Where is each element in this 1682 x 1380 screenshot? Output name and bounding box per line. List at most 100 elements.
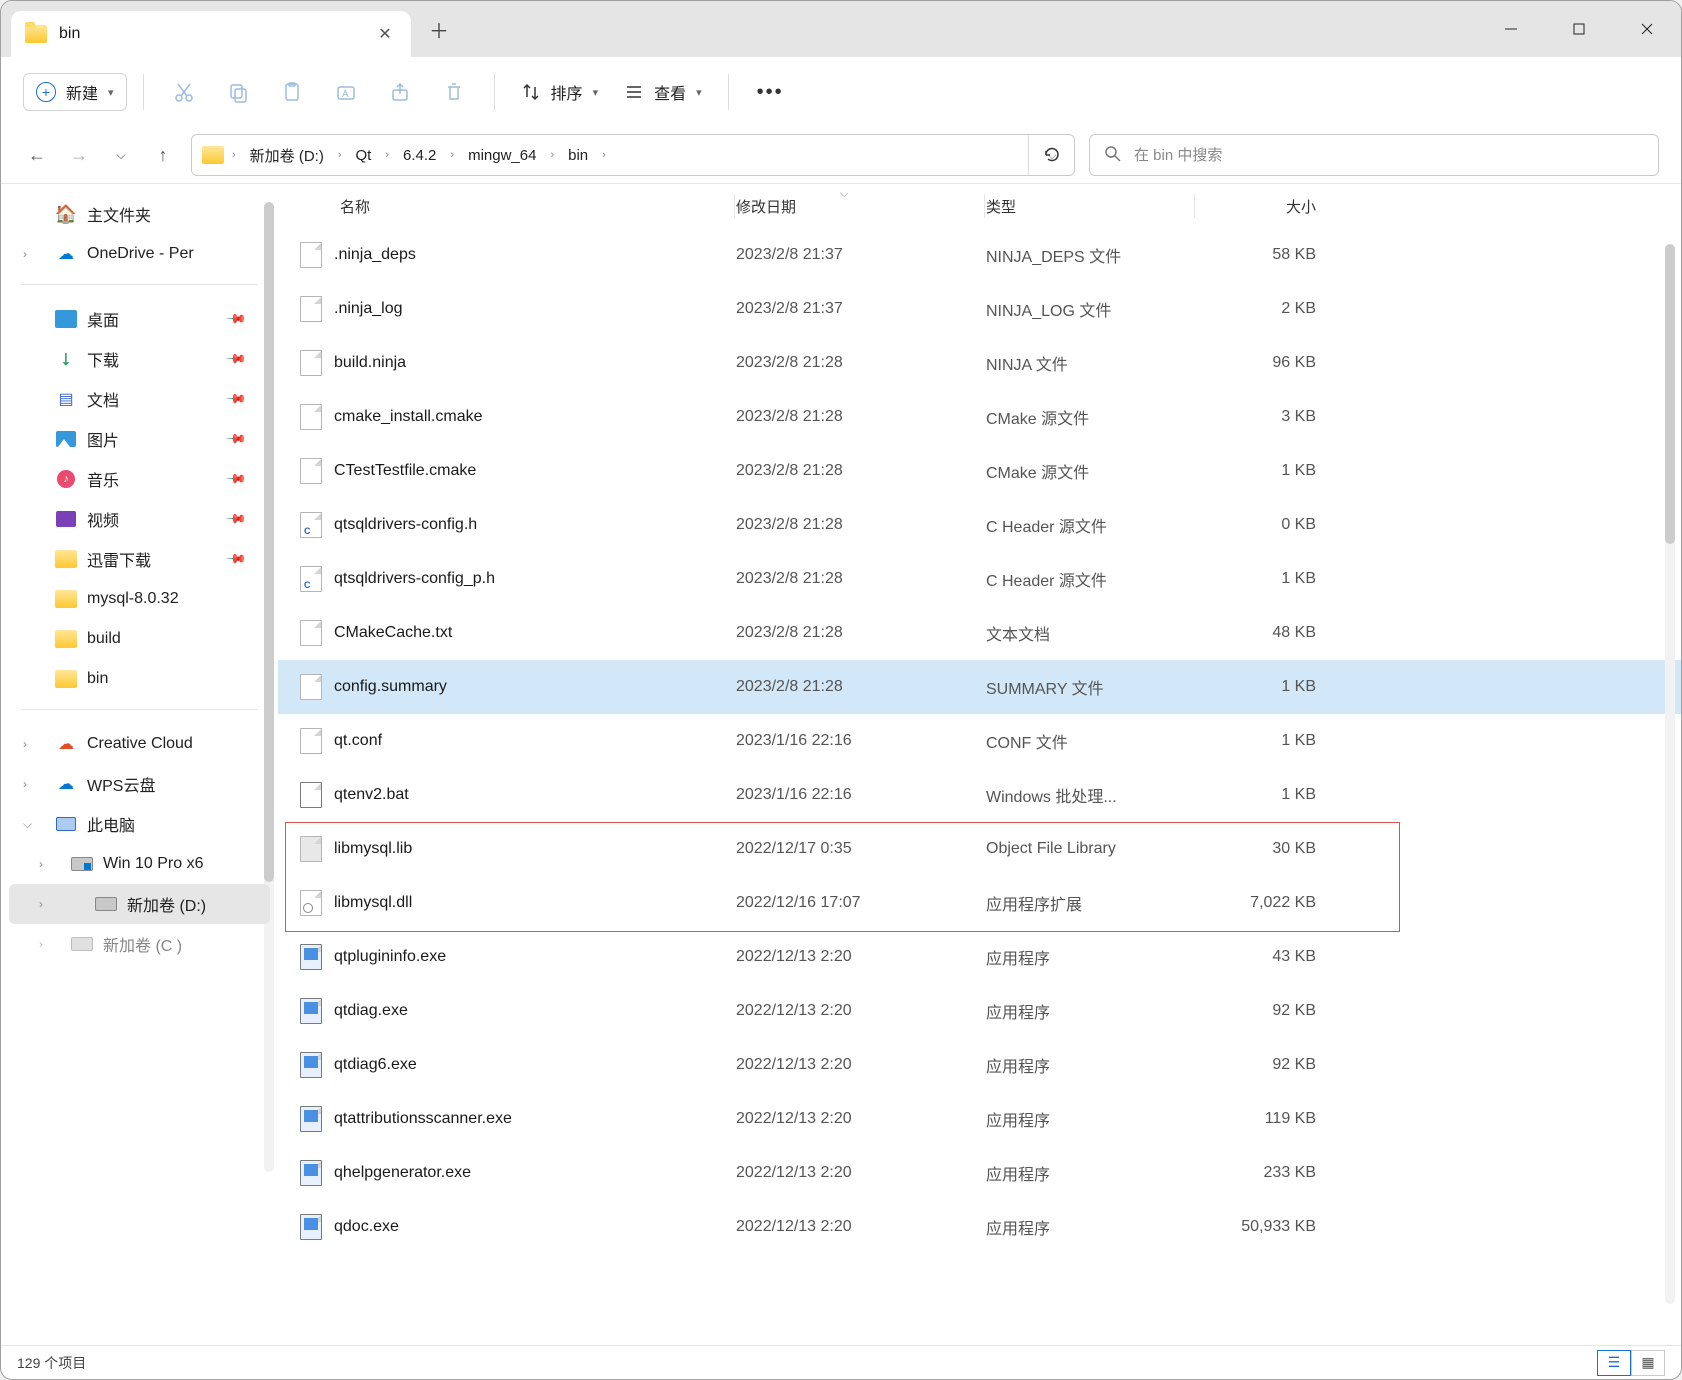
search-container[interactable] (1089, 134, 1659, 176)
file-row[interactable]: build.ninja2023/2/8 21:28NINJA 文件96 KB (278, 336, 1681, 390)
sidebar-item-build[interactable]: build (1, 619, 278, 659)
breadcrumb[interactable]: › 新加卷 (D:) › Qt › 6.4.2 › mingw_64 › bin… (191, 134, 1075, 176)
paste-button[interactable] (268, 71, 316, 113)
copy-button[interactable] (214, 71, 262, 113)
close-tab-icon[interactable]: ✕ (373, 24, 397, 44)
up-button[interactable]: ↑ (149, 141, 177, 169)
file-row[interactable]: libmysql.dll2022/12/16 17:07应用程序扩展7,022 … (278, 876, 1681, 930)
chevron-right-icon[interactable]: › (544, 149, 560, 161)
file-row[interactable]: .ninja_deps2023/2/8 21:37NINJA_DEPS 文件58… (278, 228, 1681, 282)
refresh-button[interactable] (1028, 135, 1074, 175)
main-scrollbar[interactable] (1665, 244, 1675, 1304)
breadcrumb-item[interactable]: 6.4.2 (397, 143, 442, 168)
file-row[interactable]: qtplugininfo.exe2022/12/13 2:20应用程序43 KB (278, 930, 1681, 984)
view-button[interactable]: 查看 ▾ (614, 74, 712, 110)
sidebar-item-label: 视频 (87, 507, 119, 531)
delete-button[interactable] (430, 71, 478, 113)
sort-indicator-icon: ⌵ (840, 188, 848, 201)
expand-icon[interactable]: › (23, 777, 27, 791)
sidebar-item-home[interactable]: 🏠 主文件夹 (1, 194, 278, 234)
collapse-icon[interactable]: ⌵ (23, 817, 32, 832)
tiles-view-button[interactable]: ▦ (1631, 1350, 1665, 1376)
cut-button[interactable] (160, 71, 208, 113)
chevron-right-icon[interactable]: › (596, 149, 612, 161)
column-header-date[interactable]: 修改日期 ⌵ (736, 196, 986, 217)
file-row[interactable]: qtattributionsscanner.exe2022/12/13 2:20… (278, 1092, 1681, 1146)
file-row[interactable]: config.summary2023/2/8 21:28SUMMARY 文件1 … (278, 660, 1681, 714)
sort-button[interactable]: 排序 ▾ (511, 74, 609, 110)
column-header-name[interactable]: 名称 (300, 196, 736, 217)
column-header-size[interactable]: 大小 (1196, 196, 1316, 217)
file-row[interactable]: qhelpgenerator.exe2022/12/13 2:20应用程序233… (278, 1146, 1681, 1200)
file-date: 2022/12/13 2:20 (736, 1002, 986, 1020)
file-row[interactable]: CTestTestfile.cmake2023/2/8 21:28CMake 源… (278, 444, 1681, 498)
sidebar-item-documents[interactable]: ▤ 文档 📌 (1, 379, 278, 419)
file-row[interactable]: qtdiag.exe2022/12/13 2:20应用程序92 KB (278, 984, 1681, 1038)
sidebar-item-drive-extra[interactable]: › 新加卷 (C ) (1, 924, 278, 964)
tab-title: bin (59, 25, 80, 43)
rename-button[interactable]: A (322, 71, 370, 113)
column-separator[interactable] (734, 194, 735, 218)
new-tab-button[interactable]: ＋ (419, 9, 459, 49)
expand-icon[interactable]: › (39, 857, 43, 871)
video-icon (55, 508, 77, 530)
sidebar-item-thispc[interactable]: ⌵ 此电脑 (1, 804, 278, 844)
back-button[interactable]: ← (23, 141, 51, 169)
sidebar-item-downloads[interactable]: ⭣ 下载 📌 (1, 339, 278, 379)
file-row[interactable]: qtsqldrivers-config.h2023/2/8 21:28C Hea… (278, 498, 1681, 552)
sidebar-item-mysql[interactable]: mysql-8.0.32 (1, 579, 278, 619)
breadcrumb-item[interactable]: Qt (350, 143, 378, 168)
breadcrumb-item[interactable]: mingw_64 (462, 143, 542, 168)
minimize-button[interactable] (1477, 1, 1545, 57)
column-header-type[interactable]: 类型 (986, 196, 1196, 217)
file-size: 50,933 KB (1196, 1218, 1316, 1236)
sidebar-item-videos[interactable]: 视频 📌 (1, 499, 278, 539)
tab-active[interactable]: bin ✕ (11, 11, 411, 57)
file-row[interactable]: libmysql.lib2022/12/17 0:35Object File L… (278, 822, 1681, 876)
sidebar-item-music[interactable]: ♪ 音乐 📌 (1, 459, 278, 499)
file-row[interactable]: qdoc.exe2022/12/13 2:20应用程序50,933 KB (278, 1200, 1681, 1254)
file-row[interactable]: qtdiag6.exe2022/12/13 2:20应用程序92 KB (278, 1038, 1681, 1092)
chevron-right-icon[interactable]: › (226, 149, 242, 161)
scrollbar-thumb[interactable] (1665, 244, 1675, 544)
expand-icon[interactable]: › (23, 737, 27, 751)
file-name: libmysql.lib (334, 840, 412, 858)
expand-icon[interactable]: › (23, 247, 27, 261)
breadcrumb-item[interactable]: 新加卷 (D:) (244, 141, 330, 170)
new-button[interactable]: + 新建 ▾ (23, 73, 127, 111)
file-row[interactable]: cmake_install.cmake2023/2/8 21:28CMake 源… (278, 390, 1681, 444)
file-row[interactable]: CMakeCache.txt2023/2/8 21:28文本文档48 KB (278, 606, 1681, 660)
chevron-right-icon[interactable]: › (332, 149, 348, 161)
expand-icon[interactable]: › (39, 937, 43, 951)
column-separator[interactable] (984, 194, 985, 218)
file-row[interactable]: qtenv2.bat2023/1/16 22:16Windows 批处理...1… (278, 768, 1681, 822)
sidebar-item-wps[interactable]: › ☁ WPS云盘 (1, 764, 278, 804)
sidebar-item-xunlei[interactable]: 迅雷下载 📌 (1, 539, 278, 579)
file-date: 2023/2/8 21:28 (736, 462, 986, 480)
file-type: NINJA 文件 (986, 351, 1196, 375)
sidebar-item-drive-c[interactable]: › Win 10 Pro x6 (1, 844, 278, 884)
close-button[interactable] (1613, 1, 1681, 57)
maximize-button[interactable] (1545, 1, 1613, 57)
recent-dropdown[interactable]: ⌵ (107, 141, 135, 169)
column-separator[interactable] (1194, 194, 1195, 218)
sidebar-item-desktop[interactable]: 桌面 📌 (1, 299, 278, 339)
new-label: 新建 (66, 80, 98, 104)
sidebar-item-drive-d[interactable]: › 新加卷 (D:) (9, 884, 270, 924)
search-input[interactable] (1134, 147, 1644, 164)
statusbar: 129 个项目 ☰ ▦ (1, 1345, 1681, 1379)
more-button[interactable]: ••• (745, 75, 796, 110)
share-button[interactable] (376, 71, 424, 113)
breadcrumb-item[interactable]: bin (562, 143, 594, 168)
sidebar-item-onedrive[interactable]: › ☁ OneDrive - Per (1, 234, 278, 274)
details-view-button[interactable]: ☰ (1597, 1350, 1631, 1376)
sidebar-item-creative-cloud[interactable]: › ☁ Creative Cloud (1, 724, 278, 764)
file-row[interactable]: qtsqldrivers-config_p.h2023/2/8 21:28C H… (278, 552, 1681, 606)
sidebar-item-bin[interactable]: bin (1, 659, 278, 699)
sidebar-item-pictures[interactable]: 图片 📌 (1, 419, 278, 459)
chevron-right-icon[interactable]: › (379, 149, 395, 161)
file-row[interactable]: qt.conf2023/1/16 22:16CONF 文件1 KB (278, 714, 1681, 768)
file-row[interactable]: .ninja_log2023/2/8 21:37NINJA_LOG 文件2 KB (278, 282, 1681, 336)
chevron-right-icon[interactable]: › (444, 149, 460, 161)
expand-icon[interactable]: › (39, 897, 43, 911)
